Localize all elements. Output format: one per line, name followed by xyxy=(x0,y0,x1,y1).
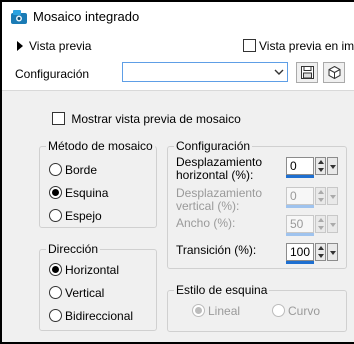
vertical-offset-dropdown xyxy=(327,187,338,205)
show-mosaic-preview-row[interactable]: Mostrar vista previa de mosaico xyxy=(52,111,241,127)
vertical-offset-slider xyxy=(286,205,314,208)
floppy-disk-icon xyxy=(301,66,314,79)
radio-label-borde: Borde xyxy=(65,162,98,177)
radio-borde[interactable] xyxy=(49,163,62,177)
preview-toggle-label[interactable]: Vista previa xyxy=(29,39,91,53)
tiling-method-group: Método de mosaico Borde Esquina Espejo xyxy=(39,139,157,228)
direction-title: Dirección xyxy=(46,242,101,256)
radio-label-curvo: Curvo xyxy=(288,303,321,318)
radio-label-espejo: Espejo xyxy=(65,208,102,223)
width-label: Ancho (%): xyxy=(176,216,236,230)
show-mosaic-preview-label: Mostrar vista previa de mosaico xyxy=(71,111,241,126)
transition-label: Transición (%): xyxy=(176,243,257,257)
settings-panel: Mostrar vista previa de mosaico Método d… xyxy=(2,90,354,342)
corner-style-title: Estilo de esquina xyxy=(174,283,270,297)
settings-bar: Configuración xyxy=(2,60,354,88)
transition-slider[interactable] xyxy=(286,261,314,264)
horizontal-offset-input[interactable]: 0 xyxy=(286,157,314,175)
radio-label-bidireccional: Bidireccional xyxy=(65,308,134,323)
corner-option-lineal: Lineal xyxy=(192,303,240,319)
radio-horizontal[interactable] xyxy=(49,263,62,277)
live-preview-checkbox[interactable] xyxy=(243,39,256,52)
width-updown xyxy=(315,215,326,233)
radio-label-horizontal: Horizontal xyxy=(65,262,120,277)
presets-label: Configuración xyxy=(15,67,90,81)
radio-bidireccional[interactable] xyxy=(49,309,62,323)
direction-option-vertical[interactable]: Vertical xyxy=(49,285,104,301)
vertical-offset-updown xyxy=(315,187,326,205)
vertical-offset-label: Desplazamiento vertical (%): xyxy=(176,186,263,213)
app-icon xyxy=(11,10,27,24)
reset-button[interactable] xyxy=(323,62,345,83)
window-title: Mosaico integrado xyxy=(33,9,140,24)
horizontal-offset-spinner[interactable]: 0 xyxy=(286,157,338,178)
expand-triangle-icon[interactable] xyxy=(17,41,23,51)
horizontal-offset-slider[interactable] xyxy=(286,175,314,178)
radio-curvo xyxy=(272,304,285,318)
live-preview-label: Vista previa en ima xyxy=(259,39,354,53)
transition-dropdown[interactable] xyxy=(327,243,338,261)
vertical-offset-input: 0 xyxy=(286,187,314,205)
preview-row: Vista previa Vista previa en ima xyxy=(2,36,354,58)
direction-option-horizontal[interactable]: Horizontal xyxy=(49,262,119,278)
radio-lineal xyxy=(192,304,205,318)
width-input: 50 xyxy=(286,215,314,233)
show-mosaic-preview-checkbox[interactable] xyxy=(52,112,65,126)
configuration-title: Configuración xyxy=(174,139,253,153)
width-dropdown xyxy=(327,215,338,233)
radio-espejo[interactable] xyxy=(49,209,62,223)
radio-label-esquina: Esquina xyxy=(65,185,109,200)
configuration-group: Configuración Desplazamiento horizontal (… xyxy=(167,139,347,269)
radio-vertical[interactable] xyxy=(49,286,62,300)
vertical-offset-spinner: 0 xyxy=(286,187,338,208)
radio-label-vertical: Vertical xyxy=(65,285,105,300)
width-slider xyxy=(286,233,314,236)
direction-option-bidireccional[interactable]: Bidireccional xyxy=(49,308,133,324)
transition-input[interactable]: 100 xyxy=(286,243,314,261)
method-option-espejo[interactable]: Espejo xyxy=(49,208,102,224)
corner-option-curvo: Curvo xyxy=(272,303,320,319)
horizontal-offset-label: Desplazamiento horizontal (%): xyxy=(176,155,263,182)
corner-style-group: Estilo de esquina Lineal Curvo xyxy=(167,283,347,332)
transition-spinner[interactable]: 100 xyxy=(286,243,338,264)
radio-esquina[interactable] xyxy=(49,186,62,200)
tiling-method-title: Método de mosaico xyxy=(46,139,155,153)
horizontal-offset-updown[interactable] xyxy=(315,157,326,175)
method-option-esquina[interactable]: Esquina xyxy=(49,185,108,201)
width-spinner: 50 xyxy=(286,215,338,236)
direction-group: Dirección Horizontal Vertical Bidireccio… xyxy=(39,242,157,331)
presets-dropdown[interactable] xyxy=(122,62,288,82)
horizontal-offset-dropdown[interactable] xyxy=(327,157,338,175)
method-option-borde[interactable]: Borde xyxy=(49,162,97,178)
transition-updown[interactable] xyxy=(315,243,326,261)
dialog-window: Mosaico integrado Vista previa Vista pre… xyxy=(2,2,354,342)
title-bar[interactable]: Mosaico integrado xyxy=(2,2,354,32)
radio-label-lineal: Lineal xyxy=(208,303,241,318)
chevron-down-icon xyxy=(274,69,284,75)
save-preset-button[interactable] xyxy=(296,62,318,83)
reset-cube-icon xyxy=(328,66,341,79)
